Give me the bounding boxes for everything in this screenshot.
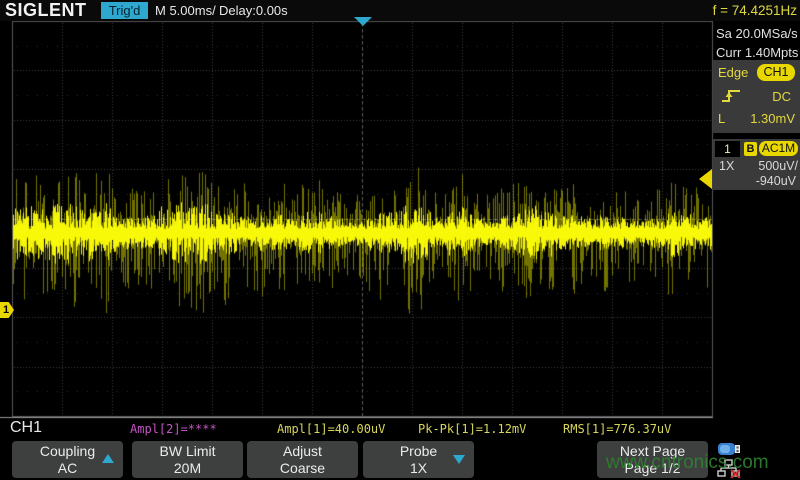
trigger-info-panel[interactable]: Edge CH1 DC L 1.30mV: [713, 60, 800, 133]
rising-edge-icon: [721, 88, 741, 104]
bandwidth-limit-badge: B: [744, 142, 757, 156]
watermark-text: www.cntronics.com: [606, 452, 769, 474]
timebase-readout[interactable]: M 5.00ms/: [155, 3, 216, 18]
probe-button[interactable]: Probe 1X: [363, 441, 474, 478]
measurement-ampl1: Ampl[1]=40.00uV: [277, 422, 385, 436]
oscilloscope-screen: SIGLENT Trig'd M 5.00ms/ Delay:0.00s f =…: [0, 0, 800, 480]
measure-channel-label: CH1: [10, 419, 42, 437]
trigger-source-badge: CH1: [757, 64, 795, 81]
measurement-rms1: RMS[1]=776.37uV: [563, 422, 671, 436]
siglent-logo: SIGLENT: [5, 0, 87, 21]
bw-limit-button-label: BW Limit: [132, 442, 243, 460]
up-arrow-icon: [102, 454, 114, 463]
bw-limit-button-value: 20M: [132, 460, 243, 476]
channel-coupling-badge: AC1M: [759, 141, 798, 156]
trigger-level-value: 1.30mV: [750, 111, 795, 126]
sample-rate-readout: Sa 20.0MSa/s: [716, 26, 798, 41]
graticule-and-waveform-display: [0, 0, 800, 480]
trigger-position-marker-icon[interactable]: [354, 17, 372, 26]
adjust-button-label: Adjust: [247, 442, 358, 460]
channel1-info-panel[interactable]: 1 B AC1M 1X 500uV/ -940uV: [713, 139, 800, 190]
bw-limit-button[interactable]: BW Limit 20M: [132, 441, 243, 478]
probe-attenuation-readout: 1X: [719, 159, 734, 173]
trigger-mode-label: Edge: [718, 65, 748, 80]
channel-number-badge: 1: [715, 141, 740, 157]
memory-depth-readout: Curr 1.40Mpts: [716, 45, 798, 60]
channel-offset-readout: -940uV: [756, 174, 796, 188]
top-status-bar: SIGLENT Trig'd M 5.00ms/ Delay:0.00s f =…: [0, 0, 800, 21]
trigger-level-label: L: [718, 111, 725, 126]
adjust-button[interactable]: Adjust Coarse: [247, 441, 358, 478]
down-arrow-icon: [453, 455, 465, 464]
volts-per-div-readout: 500uV/: [758, 159, 798, 173]
trigger-level-marker-icon[interactable]: [699, 169, 712, 189]
trigger-coupling-label: DC: [772, 89, 791, 104]
coupling-button[interactable]: Coupling AC: [12, 441, 123, 478]
measurement-ampl2: Ampl[2]=****: [130, 422, 217, 436]
trigger-status-badge[interactable]: Trig'd: [101, 2, 148, 19]
adjust-button-value: Coarse: [247, 460, 358, 476]
delay-readout[interactable]: Delay:0.00s: [219, 3, 288, 18]
frequency-counter-readout: f = 74.4251Hz: [700, 3, 797, 18]
measurement-pkpk1: Pk-Pk[1]=1.12mV: [418, 422, 526, 436]
